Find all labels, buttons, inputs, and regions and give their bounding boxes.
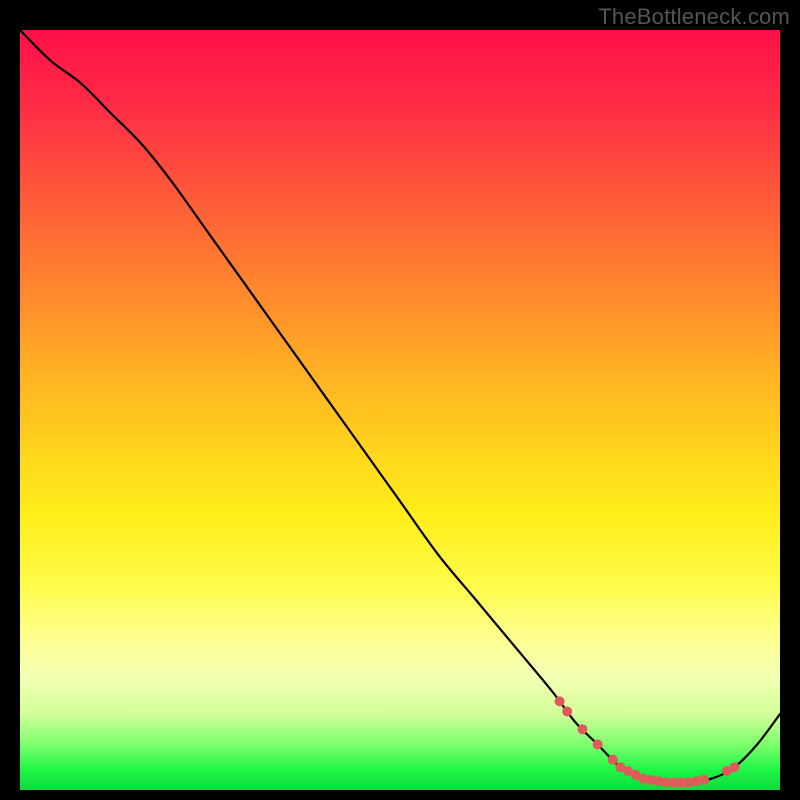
curve-marker [562, 706, 572, 716]
curve-marker [593, 739, 603, 749]
curve-marker [608, 755, 618, 765]
curve-marker [577, 724, 587, 734]
curve-marker [699, 775, 709, 785]
curve-markers [555, 696, 740, 787]
bottleneck-curve [20, 30, 780, 783]
chart-plot-area [20, 30, 780, 790]
curve-marker [729, 762, 739, 772]
curve-marker [555, 696, 565, 706]
chart-svg [20, 30, 780, 790]
watermark-text: TheBottleneck.com [598, 4, 790, 30]
chart-stage: TheBottleneck.com [0, 0, 800, 800]
